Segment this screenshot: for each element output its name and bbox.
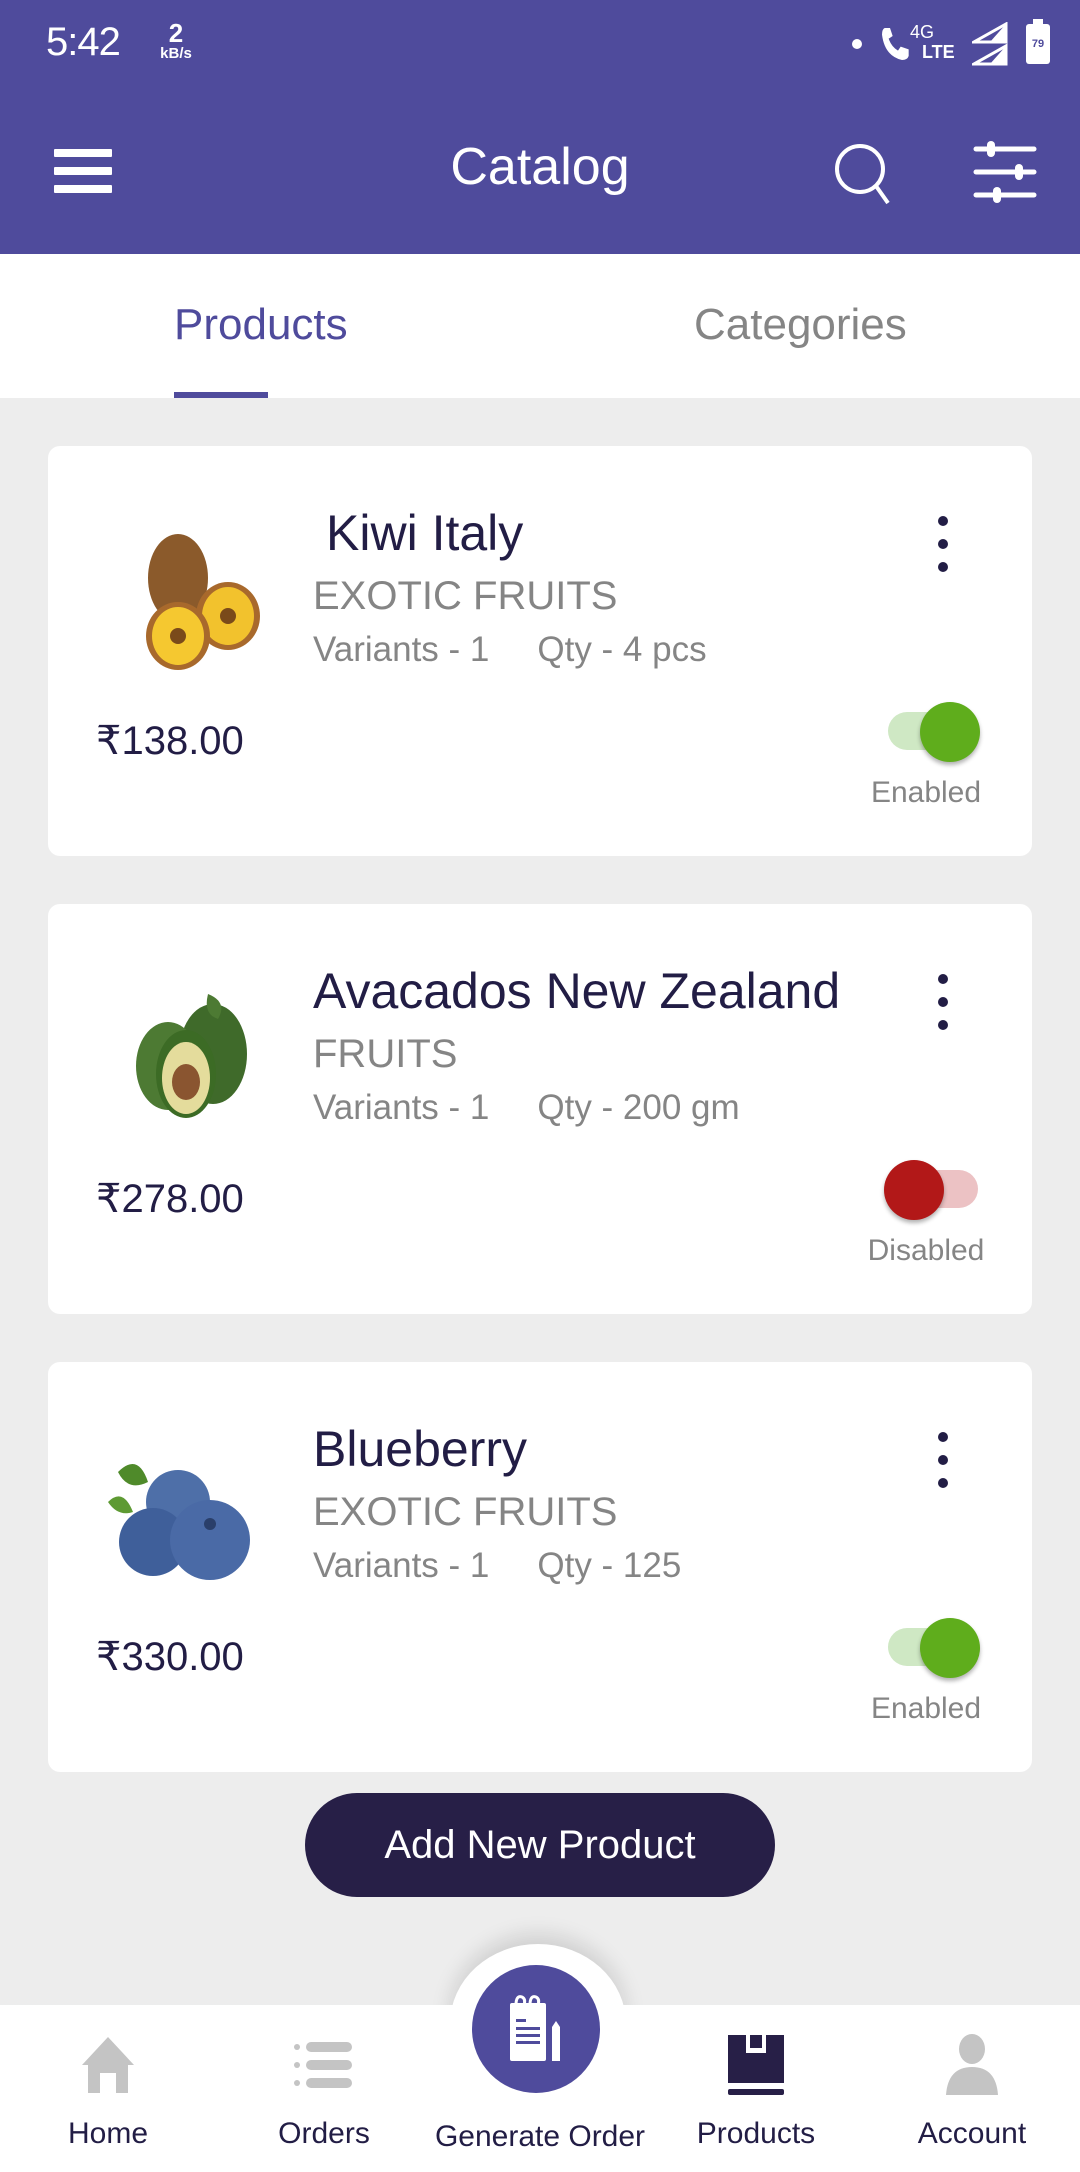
tab-products[interactable]: Products	[174, 300, 348, 350]
status-toggle[interactable]	[878, 696, 980, 762]
product-card[interactable]: Avacados New Zealand FRUITS Variants - 1…	[48, 904, 1032, 1314]
product-meta: Variants - 1 Qty - 4 pcs	[313, 630, 707, 670]
product-name: Blueberry	[313, 1421, 527, 1477]
status-label: Disabled	[867, 1234, 985, 1267]
header: 5:42 2 kB/s 4G LTE 79 Catalog	[0, 0, 1080, 254]
add-new-product-button[interactable]: Add New Product	[305, 1793, 775, 1897]
nav-generate-order-label[interactable]: Generate Order	[410, 2120, 670, 2154]
variants-count: Variants - 1	[313, 630, 490, 669]
status-icons: 4G LTE 79	[852, 19, 1050, 66]
kiwi-image	[146, 534, 260, 670]
nav-products[interactable]: Products	[648, 2005, 864, 2172]
filter-sliders-icon[interactable]	[972, 141, 1038, 203]
more-options-icon[interactable]	[928, 974, 958, 1030]
more-options-icon[interactable]	[928, 516, 958, 572]
product-price: ₹330.00	[96, 1635, 244, 1679]
notepad-pencil-icon	[510, 1995, 560, 2061]
variants-count: Variants - 1	[313, 1088, 490, 1127]
status-label: Enabled	[870, 776, 982, 809]
network-speed: 2 kB/s	[160, 18, 192, 62]
page-title: Catalog	[450, 138, 630, 196]
nav-home[interactable]: Home	[0, 2005, 216, 2172]
app-bar: Catalog	[0, 115, 1080, 225]
product-name: Kiwi Italy	[326, 505, 524, 561]
volte-call-icon: 4G LTE	[878, 22, 964, 66]
status-bar: 5:42 2 kB/s 4G LTE 79	[0, 0, 1080, 90]
status-time: 5:42	[46, 20, 121, 64]
generate-order-button[interactable]	[472, 1965, 600, 2093]
signal-icon	[972, 22, 1008, 66]
status-toggle[interactable]	[878, 1612, 980, 1678]
nav-account[interactable]: Account	[864, 2005, 1080, 2172]
battery-icon: 79	[1026, 19, 1050, 64]
variants-count: Variants - 1	[313, 1546, 490, 1585]
notification-dot-icon	[852, 39, 862, 49]
product-meta: Variants - 1 Qty - 125	[313, 1546, 681, 1586]
person-icon	[946, 2034, 998, 2095]
list-icon	[294, 2042, 352, 2088]
product-card[interactable]: Blueberry EXOTIC FRUITS Variants - 1 Qty …	[48, 1362, 1032, 1772]
active-tab-indicator	[174, 392, 268, 398]
status-toggle[interactable]	[878, 1154, 978, 1220]
quantity: Qty - 200 gm	[537, 1088, 740, 1127]
product-name: Avacados New Zealand	[313, 963, 841, 1019]
box-icon	[728, 2035, 784, 2095]
tab-categories[interactable]: Categories	[694, 300, 907, 350]
more-options-icon[interactable]	[928, 1432, 958, 1488]
tab-bar: Products Categories	[0, 254, 1080, 398]
product-category: EXOTIC FRUITS	[313, 574, 618, 618]
quantity: Qty - 125	[537, 1546, 682, 1585]
product-price: ₹138.00	[96, 719, 244, 763]
blueberry-image	[108, 1464, 250, 1580]
avocado-image	[136, 994, 247, 1118]
home-icon	[82, 2037, 134, 2093]
product-meta: Variants - 1 Qty - 200 gm	[313, 1088, 740, 1128]
product-category: EXOTIC FRUITS	[313, 1490, 618, 1534]
product-card[interactable]: Kiwi Italy EXOTIC FRUITS Variants - 1 Qty…	[48, 446, 1032, 856]
search-icon[interactable]	[830, 139, 900, 209]
product-price: ₹278.00	[96, 1177, 244, 1221]
product-category: FRUITS	[313, 1032, 458, 1076]
nav-orders[interactable]: Orders	[216, 2005, 432, 2172]
status-label: Enabled	[870, 1692, 982, 1725]
quantity: Qty - 4 pcs	[537, 630, 707, 669]
